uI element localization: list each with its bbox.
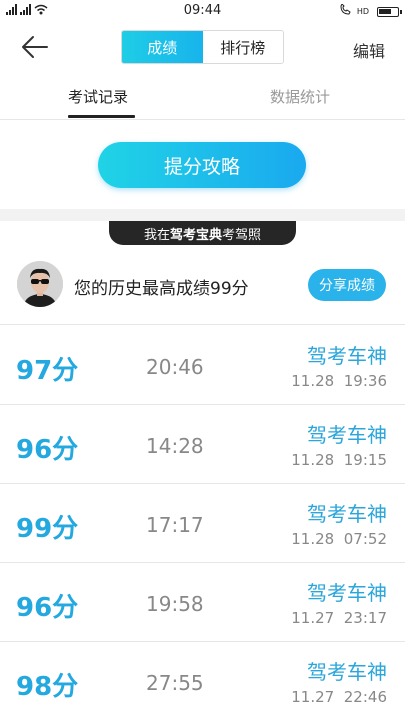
- record-rank: 驾考车神: [307, 581, 387, 605]
- record-date: 11.28: [291, 372, 335, 390]
- record-datetime: 11.27 23:17: [291, 609, 387, 627]
- status-bar: 09:44 HD: [0, 0, 405, 24]
- hd-call-icon: [339, 3, 357, 19]
- record-rank: 驾考车神: [307, 502, 387, 526]
- record-row[interactable]: 99分 17:17 驾考车神 11.28 07:52: [0, 484, 405, 563]
- sub-tabs: 考试记录 数据统计: [0, 70, 405, 120]
- exam-record-list: 97分 20:46 驾考车神 11.28 19:36 96分 14:28 驾考车…: [0, 326, 405, 720]
- record-duration: 20:46: [146, 355, 204, 379]
- banner-prefix: 我在: [143, 227, 170, 243]
- record-score: 97分: [16, 356, 79, 386]
- record-score: 98分: [16, 672, 79, 702]
- battery-icon: [377, 6, 402, 17]
- record-time: 07:52: [343, 530, 387, 548]
- edit-button[interactable]: 编辑: [353, 38, 385, 62]
- record-datetime: 11.28 07:52: [291, 530, 387, 548]
- best-score-text: 您的历史最高成绩99分: [74, 279, 249, 299]
- back-arrow-icon[interactable]: [20, 34, 50, 60]
- record-row[interactable]: 97分 20:46 驾考车神 11.28 19:36: [0, 326, 405, 405]
- tab-statistics[interactable]: 数据统计: [270, 86, 330, 107]
- navigation-bar: 成绩 排行榜 编辑: [0, 24, 405, 70]
- record-datetime: 11.28 19:36: [291, 372, 387, 390]
- record-row[interactable]: 96分 19:58 驾考车神 11.27 23:17: [0, 563, 405, 642]
- record-duration: 19:58: [146, 592, 204, 616]
- segment-scores[interactable]: 成绩: [122, 31, 203, 63]
- record-duration: 14:28: [146, 434, 204, 458]
- active-tab-indicator: [68, 115, 135, 118]
- record-duration: 17:17: [146, 513, 204, 537]
- record-date: 11.28: [291, 451, 335, 469]
- record-rank: 驾考车神: [307, 344, 387, 368]
- record-score: 96分: [16, 435, 79, 465]
- record-datetime: 11.27 22:46: [291, 688, 387, 706]
- section-divider: [0, 209, 405, 221]
- record-time: 23:17: [343, 609, 387, 627]
- record-rank: 驾考车神: [307, 660, 387, 684]
- profile-summary: 您的历史最高成绩99分 分享成绩: [0, 253, 405, 325]
- record-rank: 驾考车神: [307, 423, 387, 447]
- record-score: 96分: [16, 593, 79, 623]
- segment-control: 成绩 排行榜: [121, 30, 284, 64]
- record-score: 99分: [16, 514, 79, 544]
- record-duration: 27:55: [146, 671, 204, 695]
- record-row[interactable]: 98分 27:55 驾考车神 11.27 22:46: [0, 642, 405, 720]
- record-date: 11.28: [291, 530, 335, 548]
- app-banner: 我在 驾考宝典 考驾照: [109, 221, 296, 245]
- banner-suffix: 考驾照: [222, 227, 262, 243]
- record-time: 19:15: [343, 451, 387, 469]
- segment-leaderboard[interactable]: 排行榜: [202, 31, 283, 63]
- share-score-button[interactable]: 分享成绩: [308, 269, 386, 301]
- record-date: 11.27: [291, 688, 335, 706]
- score-tips-button[interactable]: 提分攻略: [98, 142, 306, 188]
- record-time: 19:36: [343, 372, 387, 390]
- avatar[interactable]: [17, 261, 63, 307]
- record-date: 11.27: [291, 609, 335, 627]
- record-row[interactable]: 96分 14:28 驾考车神 11.28 19:15: [0, 405, 405, 484]
- record-time: 22:46: [343, 688, 387, 706]
- status-right: HD: [339, 3, 402, 19]
- tip-section: 提分攻略: [0, 121, 405, 209]
- banner-brand: 驾考宝典: [169, 227, 222, 243]
- hd-label: HD: [356, 7, 369, 16]
- tab-exam-records[interactable]: 考试记录: [68, 86, 128, 107]
- record-datetime: 11.28 19:15: [291, 451, 387, 469]
